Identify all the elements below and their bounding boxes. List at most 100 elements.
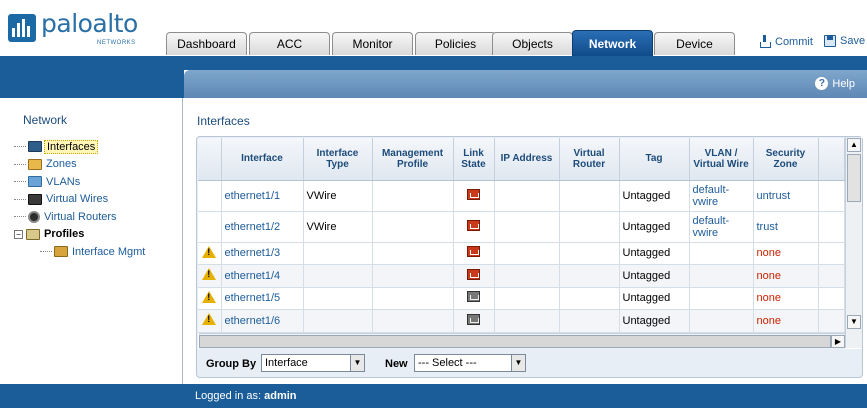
sidebar-item-virtual-routers[interactable]: Virtual Routers [14,208,182,226]
vlan-virtual-wire-cell [689,287,754,310]
commit-icon [758,35,771,48]
tag-cell: Untagged [619,264,690,288]
col-header-interface[interactable]: Interface [221,138,304,181]
tab-acc[interactable]: ACC [249,32,330,55]
vlans-icon [28,176,42,188]
group-by-value: Interface [265,357,308,369]
interface-type-cell [303,287,373,310]
commit-button[interactable]: Commit [758,35,813,48]
scroll-down-button[interactable]: ▼ [847,315,861,329]
interface-link[interactable]: ethernet1/3 [225,247,281,259]
interface-link[interactable]: ethernet1/1 [225,190,281,202]
help-label: Help [832,77,855,90]
sidebar-item-profiles[interactable]: − Profiles [14,226,182,244]
vlan-virtual-wire-cell [689,309,754,333]
interface-link[interactable]: ethernet1/6 [225,315,281,327]
interface-mgmt-icon [54,246,68,258]
ip-address-cell [494,211,560,243]
status-cell [198,287,222,310]
sidebar-item-zones[interactable]: Zones [14,156,182,174]
table-row[interactable]: ethernet1/6 Untagged none [198,309,845,333]
logo-mark-icon [8,14,36,42]
col-header-vlan-virtual-wire[interactable]: VLAN / Virtual Wire [689,138,754,181]
scroll-up-button[interactable]: ▲ [847,138,861,152]
sidebar-item-label: Virtual Routers [44,210,117,223]
col-header-ip-address[interactable]: IP Address [494,138,560,181]
virtual-wires-icon [28,193,42,205]
interface-link[interactable]: ethernet1/5 [225,292,281,304]
interface-type-cell [303,242,373,265]
interface-type-cell [303,264,373,288]
sidebar-item-vlans[interactable]: VLANs [14,173,182,191]
ip-address-cell [494,180,560,212]
ip-address-cell [494,287,560,310]
security-zone-cell: trust [753,211,819,243]
tab-dashboard[interactable]: Dashboard [166,32,247,55]
security-zone-value[interactable]: untrust [757,190,791,202]
tab-network[interactable]: Network [572,30,653,57]
ip-address-cell [494,309,560,333]
help-icon: ? [815,77,829,90]
chevron-down-icon: ▼ [350,355,364,371]
col-header-link-state[interactable]: Link State [453,138,495,181]
col-header-extra [818,138,845,181]
sidebar-item-interface-mgmt[interactable]: Interface Mgmt [14,243,182,261]
save-button[interactable]: Save [824,35,865,47]
tag-cell: Untagged [619,309,690,333]
table-row[interactable]: ethernet1/4 Untagged none [198,264,845,288]
horizontal-scroll-thumb[interactable] [199,335,831,348]
sidebar-item-interfaces[interactable]: Interfaces [14,138,182,156]
tag-cell: Untagged [619,211,690,243]
table-row[interactable]: ethernet1/5 Untagged none [198,287,845,310]
new-label: New [385,358,408,370]
interface-link[interactable]: ethernet1/2 [225,221,281,233]
tab-objects[interactable]: Objects [492,32,573,55]
virtual-wire-link[interactable]: default- vwire [693,184,730,208]
link-state-cell [453,264,495,288]
sidebar-item-label: VLANs [46,175,81,188]
horizontal-scrollbar[interactable]: ▶ [199,333,845,349]
interface-link[interactable]: ethernet1/4 [225,270,281,282]
new-select[interactable]: --- Select --- ▼ [414,354,526,372]
ip-address-cell [494,242,560,265]
tab-policies[interactable]: Policies [415,32,496,55]
col-header-tag[interactable]: Tag [619,138,690,181]
col-header-interface-type[interactable]: Interface Type [303,138,373,181]
group-by-select[interactable]: Interface ▼ [261,354,365,372]
sidebar-item-virtual-wires[interactable]: Virtual Wires [14,191,182,209]
vertical-scrollbar[interactable]: ▲ ▼ [845,137,862,348]
scroll-right-button[interactable]: ▶ [831,335,845,348]
col-header-management-profile[interactable]: Management Profile [372,138,454,181]
security-zone-value: none [756,292,781,305]
tab-device[interactable]: Device [654,32,735,55]
virtual-wire-link[interactable]: default- vwire [693,215,730,239]
link-unknown-icon [467,291,480,303]
vlan-virtual-wire-cell: default- vwire [689,211,754,243]
virtual-router-cell [559,309,620,333]
tag-cell: Untagged [619,180,690,212]
table-row[interactable]: ethernet1/2 VWire Untagged default- vwire tr… [198,211,845,243]
vlan-virtual-wire-cell: default- vwire [689,180,754,212]
status-bar: Logged in as: admin [0,384,867,408]
collapse-toggle[interactable]: − [14,229,23,239]
link-state-cell [453,287,495,310]
warning-icon [202,245,217,258]
extra-cell [818,264,845,288]
tab-monitor[interactable]: Monitor [332,32,413,55]
col-header-security-zone[interactable]: Security Zone [753,138,819,181]
management-profile-cell [372,309,454,333]
extra-cell [818,309,845,333]
col-header-virtual-router[interactable]: Virtual Router [559,138,620,181]
table-row[interactable]: ethernet1/3 Untagged none [198,242,845,265]
status-cell [198,211,222,243]
help-link[interactable]: ? Help [815,77,855,90]
table-row[interactable]: ethernet1/1 VWire Untagged default- vwire un… [198,180,845,212]
vertical-scroll-thumb[interactable] [847,154,861,202]
warning-icon [202,313,217,326]
security-zone-cell: none [753,264,819,288]
security-zone-value[interactable]: trust [757,221,778,233]
virtual-routers-icon [28,210,40,223]
main-content: ? Help Interfaces Interface Interface Ty… [184,70,867,384]
interface-type-cell [303,309,373,333]
virtual-router-cell [559,287,620,310]
